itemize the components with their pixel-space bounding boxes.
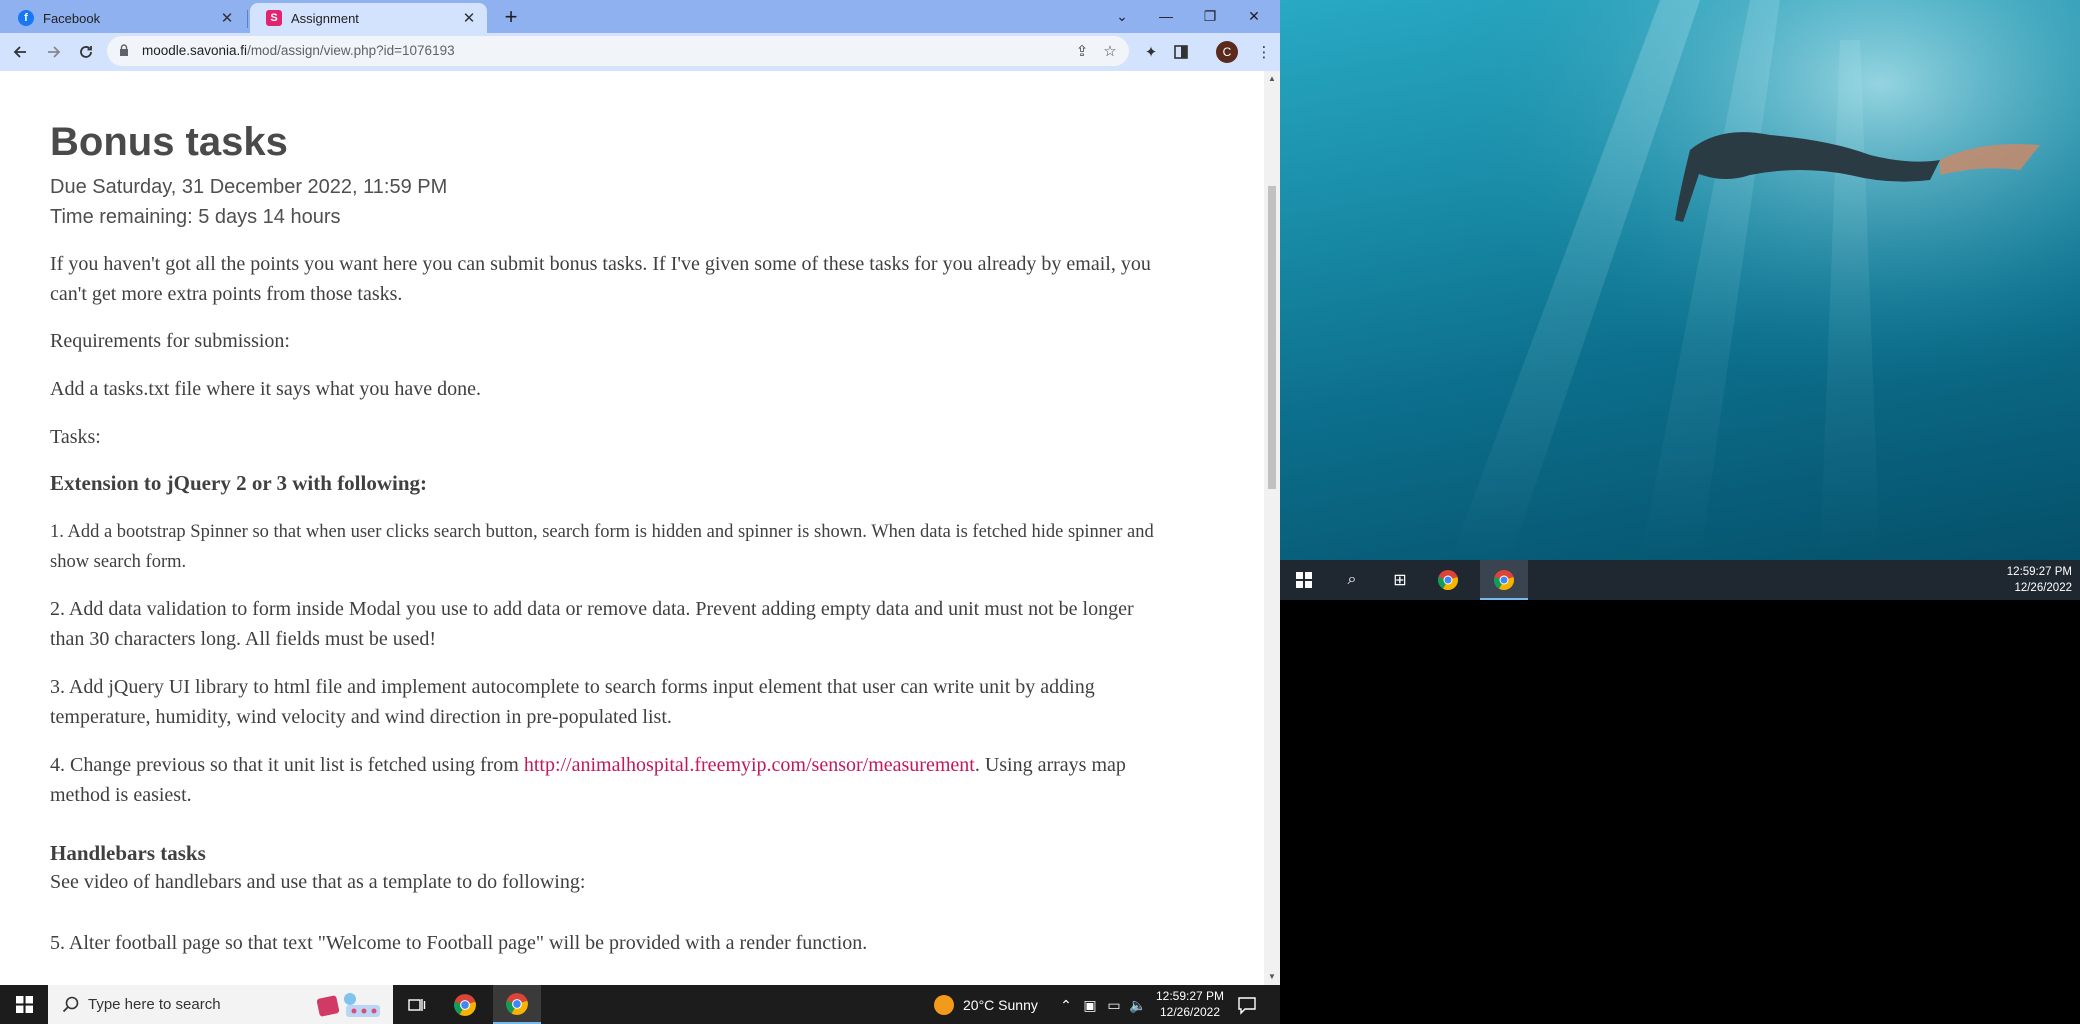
lock-icon xyxy=(120,44,128,56)
profile-avatar[interactable]: C xyxy=(1216,41,1238,63)
tab-title: Facebook xyxy=(43,10,101,26)
sun-icon xyxy=(934,994,954,1015)
chrome-profile-app-active[interactable] xyxy=(1480,560,1528,600)
search-placeholder: Type here to search xyxy=(88,996,221,1013)
minimize-button[interactable]: — xyxy=(1144,2,1188,30)
search-highlight-image[interactable] xyxy=(314,989,388,1020)
page-content: Bonus tasks Due Saturday, 31 December 20… xyxy=(0,71,1264,985)
chrome-app-button[interactable] xyxy=(441,985,489,1024)
measurement-link[interactable]: http://animalhospital.freemyip.com/senso… xyxy=(524,754,975,776)
chrome-logo-icon xyxy=(1438,570,1458,591)
back-arrow-icon xyxy=(13,46,26,58)
intro-paragraph: If you haven't got all the points you wa… xyxy=(50,253,1151,305)
bookmark-star-icon[interactable]: ☆ xyxy=(1100,41,1120,61)
time-remaining: Time remaining: 5 days 14 hours xyxy=(50,206,341,228)
new-tab-button[interactable]: + xyxy=(499,4,523,29)
taskbar: Type here to search 20°C Sunny ⌃ ▣ ▭ 🔈 1… xyxy=(0,985,1280,1024)
task-3: 3. Add jQuery UI library to html file an… xyxy=(50,676,1095,728)
close-window-button[interactable]: ✕ xyxy=(1232,2,1276,30)
section-heading-jquery: Extension to jQuery 2 or 3 with followin… xyxy=(50,471,428,495)
tab-facebook[interactable]: f Facebook ✕ xyxy=(2,3,245,33)
side-panel-icon[interactable] xyxy=(1170,41,1192,63)
task-2: 2. Add data validation to form inside Mo… xyxy=(50,598,1134,650)
close-tab-icon[interactable]: ✕ xyxy=(217,8,237,28)
url-text[interactable]: moodle.savonia.fi/mod/assign/view.php?id… xyxy=(142,43,455,58)
section-heading-handlebars: Handlebars tasks xyxy=(50,841,206,865)
secondary-date: 12/26/2022 xyxy=(2014,582,2072,594)
share-icon[interactable]: ⇪ xyxy=(1072,41,1092,61)
search-icon xyxy=(62,996,79,1013)
notification-icon[interactable] xyxy=(1236,994,1258,1016)
windows-start-icon[interactable] xyxy=(1290,566,1318,594)
reload-button[interactable] xyxy=(72,38,100,66)
task-view-icon[interactable]: ⊞ xyxy=(1386,566,1414,594)
taskbar-search-box[interactable]: Type here to search xyxy=(48,985,393,1024)
s-icon: S xyxy=(266,10,282,26)
page-scrollbar[interactable]: ▲ ▼ xyxy=(1264,71,1280,985)
taskbar-clock[interactable]: 12:59:27 PM 12/26/2022 xyxy=(1150,988,1230,1020)
tab-title: Assignment xyxy=(291,10,359,26)
forward-arrow-icon xyxy=(48,46,61,58)
menu-kebab-icon[interactable]: ⋮ xyxy=(1253,41,1275,63)
requirements-label: Requirements for submission: xyxy=(50,330,290,352)
tab-divider xyxy=(247,10,248,28)
weather-text: 20°C Sunny xyxy=(963,996,1038,1013)
task-4-text: 4. Change previous so that it unit list … xyxy=(50,754,524,776)
tab-strip: f Facebook ✕ S Assignment ✕ + ⌄ — ❐ ✕ xyxy=(0,0,1280,33)
browser-toolbar: moodle.savonia.fi/mod/assign/view.php?id… xyxy=(0,33,1280,71)
task-view-button[interactable] xyxy=(393,985,441,1024)
network-icon[interactable]: ▭ xyxy=(1104,995,1124,1015)
tasks-label: Tasks: xyxy=(50,426,101,448)
due-date: Due Saturday, 31 December 2022, 11:59 PM xyxy=(50,176,448,198)
browser-window: f Facebook ✕ S Assignment ✕ + ⌄ — ❐ ✕ mo… xyxy=(0,0,1280,985)
secondary-taskbar: ⌕ ⊞ 12:59:27 PM 12/26/2022 xyxy=(1280,560,2080,600)
weather-widget[interactable]: 20°C Sunny xyxy=(934,985,1038,1024)
secondary-time: 12:59:27 PM xyxy=(2006,566,2072,578)
back-button[interactable] xyxy=(6,38,34,66)
extensions-icon[interactable]: ✦ xyxy=(1140,41,1162,63)
forward-button[interactable] xyxy=(40,38,68,66)
page-title: Bonus tasks xyxy=(50,120,288,164)
close-tab-icon[interactable]: ✕ xyxy=(459,8,479,28)
chrome-profile-icon xyxy=(506,992,528,1015)
clock-date: 12/26/2022 xyxy=(1159,1005,1221,1019)
reload-icon xyxy=(80,46,92,58)
facebook-icon: f xyxy=(18,10,34,26)
underwater-swimmer-image xyxy=(1280,0,2080,560)
chevron-up-icon[interactable]: ⌃ xyxy=(1056,995,1076,1015)
scrollbar-thumb[interactable] xyxy=(1268,186,1276,489)
chrome-profile-icon xyxy=(1494,570,1514,591)
address-bar[interactable]: moodle.savonia.fi/mod/assign/view.php?id… xyxy=(107,36,1129,66)
desktop-wallpaper xyxy=(1280,0,2080,560)
windows-logo-icon xyxy=(1296,572,1312,588)
task-5: 5. Alter football page so that text "Wel… xyxy=(50,932,868,954)
secondary-clock[interactable]: 12:59:27 PM 12/26/2022 xyxy=(2007,564,2072,596)
clock-time: 12:59:27 PM xyxy=(1155,989,1225,1003)
volume-icon[interactable]: 🔈 xyxy=(1128,995,1148,1015)
tab-assignment[interactable]: S Assignment ✕ xyxy=(250,3,487,33)
tab-search-icon[interactable]: ⌄ xyxy=(1100,2,1144,30)
chrome-icon[interactable] xyxy=(1434,566,1462,594)
start-button[interactable] xyxy=(0,985,48,1024)
restore-button[interactable]: ❐ xyxy=(1188,2,1232,30)
windows-logo-icon xyxy=(15,996,33,1013)
chrome-icon xyxy=(454,993,476,1016)
task-view-icon xyxy=(408,998,426,1011)
scroll-up-arrow[interactable]: ▲ xyxy=(1267,74,1277,84)
url-path: /mod/assign/view.php?id=1076193 xyxy=(247,43,455,58)
task-4: 4. Change previous so that it unit list … xyxy=(50,750,1160,810)
handlebars-intro: See video of handlebars and use that as … xyxy=(50,871,586,893)
url-domain: moodle.savonia.fi xyxy=(142,43,248,58)
task-1: 1. Add a bootstrap Spinner so that when … xyxy=(50,522,1154,572)
search-icon[interactable]: ⌕ xyxy=(1338,566,1366,594)
side-panel-glyph xyxy=(1174,45,1188,59)
requirement-text: Add a tasks.txt file where it says what … xyxy=(50,378,482,400)
scroll-down-arrow[interactable]: ▼ xyxy=(1267,972,1277,982)
chrome-profile-app-button[interactable] xyxy=(493,985,541,1024)
device-icon[interactable]: ▣ xyxy=(1080,995,1100,1015)
